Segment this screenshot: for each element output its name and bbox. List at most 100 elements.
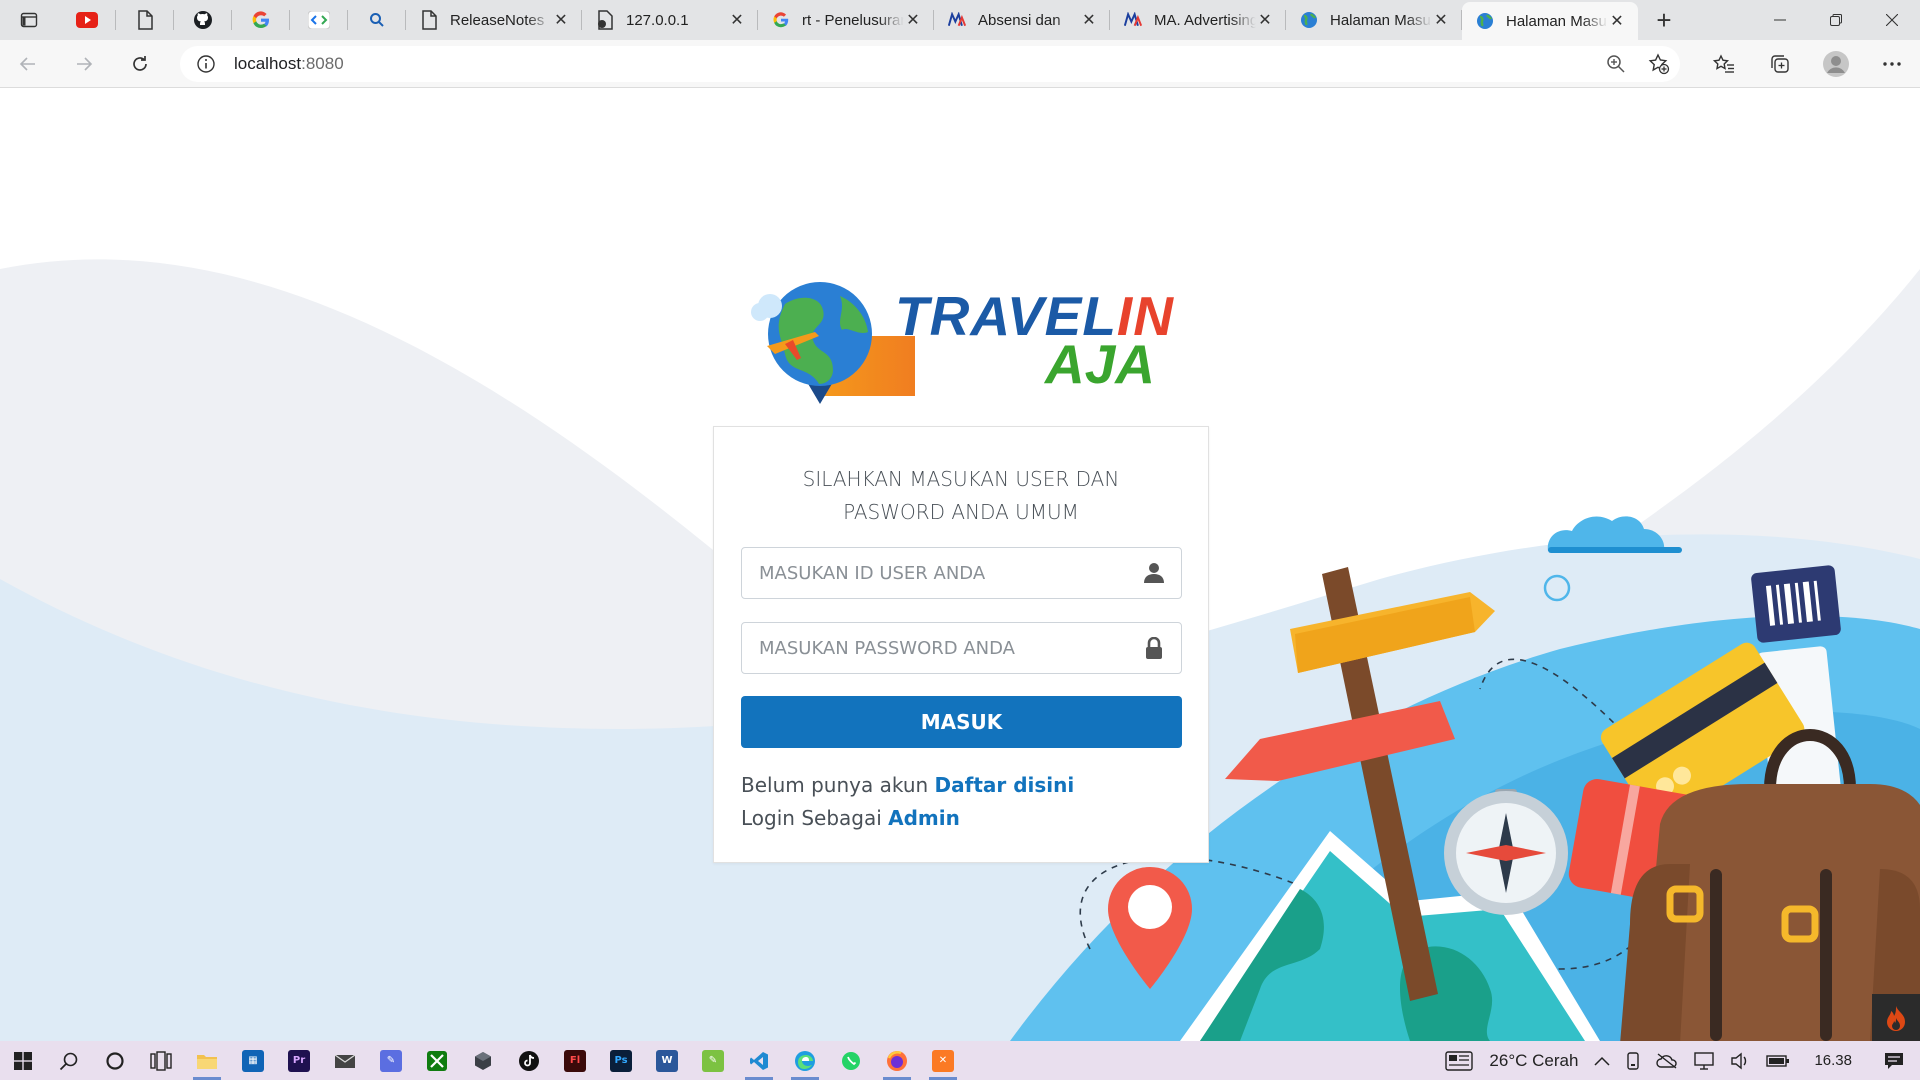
pinned-tab-github[interactable] bbox=[174, 0, 232, 40]
pinned-tab-search[interactable] bbox=[348, 0, 406, 40]
tab-localhost-ip[interactable]: 127.0.0.1 ✕ bbox=[582, 0, 758, 40]
taskbar-mail[interactable] bbox=[322, 1041, 368, 1080]
settings-menu-button[interactable] bbox=[1864, 40, 1920, 88]
tab-actions-icon bbox=[20, 12, 38, 28]
favorites-icon bbox=[1713, 54, 1734, 73]
register-link[interactable]: Daftar disini bbox=[935, 773, 1075, 797]
restore-button[interactable] bbox=[1808, 0, 1864, 40]
tab-halaman-masuk[interactable]: Halaman Masuk ✕ bbox=[1286, 0, 1462, 40]
close-tab-icon[interactable]: ✕ bbox=[1080, 11, 1098, 29]
tray-device-icon[interactable] bbox=[1618, 1041, 1648, 1080]
close-tab-icon[interactable]: ✕ bbox=[728, 11, 746, 29]
pinned-tab-youtube[interactable] bbox=[58, 0, 116, 40]
close-window-button[interactable] bbox=[1864, 0, 1920, 40]
taskbar-store[interactable]: ▦ bbox=[230, 1041, 276, 1080]
taskbar-xampp[interactable]: ✕ bbox=[920, 1041, 966, 1080]
tab-google-search[interactable]: rt - Penelusuran ✕ bbox=[758, 0, 934, 40]
user-id-input[interactable] bbox=[759, 562, 1143, 584]
login-submit-button[interactable]: MASUK bbox=[741, 696, 1182, 748]
codeigniter-debug-button[interactable] bbox=[1872, 994, 1920, 1041]
taskbar-app-studio[interactable]: ✎ bbox=[368, 1041, 414, 1080]
close-tab-icon[interactable]: ✕ bbox=[1608, 12, 1626, 30]
document-icon bbox=[420, 10, 438, 30]
taskbar-word[interactable]: W bbox=[644, 1041, 690, 1080]
pinned-tab-document[interactable] bbox=[116, 0, 174, 40]
globe-icon bbox=[1300, 11, 1318, 29]
system-tray: 26°C Cerah 16.38 bbox=[1437, 1041, 1920, 1080]
premiere-icon: Pr bbox=[288, 1049, 310, 1072]
tray-battery-icon[interactable] bbox=[1758, 1041, 1798, 1080]
url-text[interactable]: localhost:8080 bbox=[234, 54, 344, 74]
taskbar-firefox[interactable] bbox=[874, 1041, 920, 1080]
admin-login-link[interactable]: Admin bbox=[888, 806, 960, 830]
tab-title: rt - Penelusuran bbox=[802, 11, 904, 29]
tab-releasenotes[interactable]: ReleaseNotes ✕ bbox=[406, 0, 582, 40]
profile-button[interactable] bbox=[1808, 40, 1864, 88]
info-icon[interactable] bbox=[196, 54, 216, 74]
minimize-button[interactable] bbox=[1752, 0, 1808, 40]
search-button[interactable] bbox=[46, 1041, 92, 1080]
taskbar-photoshop[interactable]: Ps bbox=[598, 1041, 644, 1080]
taskbar-whatsapp[interactable] bbox=[828, 1041, 874, 1080]
tab-title: MA. Advertising bbox=[1154, 11, 1256, 29]
collections-button[interactable] bbox=[1752, 40, 1808, 88]
taskbar-xbox[interactable] bbox=[414, 1041, 460, 1080]
close-tab-icon[interactable]: ✕ bbox=[1256, 11, 1274, 29]
tab-title: Halaman Masuk bbox=[1506, 12, 1608, 30]
browser-tabstrip: ReleaseNotes ✕ 127.0.0.1 ✕ rt - Penelusu… bbox=[0, 0, 1920, 40]
back-button[interactable] bbox=[0, 40, 56, 88]
weather-widget[interactable]: 26°C Cerah bbox=[1481, 1041, 1586, 1080]
new-tab-button[interactable]: + bbox=[1638, 0, 1690, 40]
close-tab-icon[interactable]: ✕ bbox=[904, 11, 922, 29]
tray-network-icon[interactable] bbox=[1686, 1041, 1722, 1080]
xbox-icon bbox=[427, 1050, 447, 1071]
tab-actions-button[interactable] bbox=[0, 0, 58, 40]
task-view-button[interactable] bbox=[138, 1041, 184, 1080]
taskbar-flash[interactable]: Fl bbox=[552, 1041, 598, 1080]
tab-absensi[interactable]: Absensi dan ✕ bbox=[934, 0, 1110, 40]
pinned-tab-devtools[interactable] bbox=[290, 0, 348, 40]
close-tab-icon[interactable]: ✕ bbox=[1432, 11, 1450, 29]
refresh-button[interactable] bbox=[112, 40, 168, 88]
clock[interactable]: 16.38 bbox=[1798, 1041, 1868, 1080]
task-view-icon bbox=[150, 1050, 172, 1071]
taskbar-3d-viewer[interactable] bbox=[460, 1041, 506, 1080]
tab-ma-advertising[interactable]: MA. Advertising ✕ bbox=[1110, 0, 1286, 40]
taskbar-notepad-plus[interactable]: ✎ bbox=[690, 1041, 736, 1080]
tab-title: Halaman Masuk bbox=[1330, 11, 1432, 29]
github-icon bbox=[194, 11, 212, 29]
taskbar-tiktok[interactable] bbox=[506, 1041, 552, 1080]
user-id-field bbox=[741, 547, 1182, 599]
ma-icon bbox=[948, 11, 966, 29]
vscode-icon bbox=[750, 1051, 768, 1070]
add-favorite-icon[interactable] bbox=[1648, 53, 1670, 75]
admin-prompt: Login Sebagai bbox=[741, 806, 882, 830]
news-widget[interactable] bbox=[1437, 1041, 1481, 1080]
avatar-icon bbox=[1823, 51, 1849, 77]
tray-volume-icon[interactable] bbox=[1722, 1041, 1758, 1080]
taskbar-edge[interactable] bbox=[782, 1041, 828, 1080]
notification-center-button[interactable] bbox=[1868, 1041, 1920, 1080]
password-field bbox=[741, 622, 1182, 674]
taskbar-file-explorer[interactable] bbox=[184, 1041, 230, 1080]
cortana-button[interactable] bbox=[92, 1041, 138, 1080]
search-icon bbox=[370, 13, 384, 27]
tray-onedrive-icon[interactable] bbox=[1648, 1041, 1686, 1080]
tray-overflow-button[interactable] bbox=[1586, 1041, 1618, 1080]
volume-icon bbox=[1731, 1052, 1747, 1069]
favorites-button[interactable] bbox=[1696, 40, 1752, 88]
code-icon bbox=[308, 11, 330, 29]
register-prompt: Belum punya akun bbox=[741, 773, 929, 797]
pinned-tab-google[interactable] bbox=[232, 0, 290, 40]
taskbar-premiere[interactable]: Pr bbox=[276, 1041, 322, 1080]
forward-button[interactable] bbox=[56, 40, 112, 88]
close-tab-icon[interactable]: ✕ bbox=[552, 11, 570, 29]
taskbar-vscode[interactable] bbox=[736, 1041, 782, 1080]
tab-halaman-masuk-active[interactable]: Halaman Masuk ✕ bbox=[1462, 2, 1638, 40]
whatsapp-icon bbox=[842, 1051, 860, 1070]
password-input[interactable] bbox=[759, 637, 1143, 659]
address-bar[interactable]: localhost:8080 bbox=[180, 46, 1680, 82]
start-button[interactable] bbox=[0, 1041, 46, 1080]
zoom-icon[interactable] bbox=[1606, 54, 1626, 74]
admin-row: Login Sebagai Admin bbox=[741, 802, 1074, 835]
